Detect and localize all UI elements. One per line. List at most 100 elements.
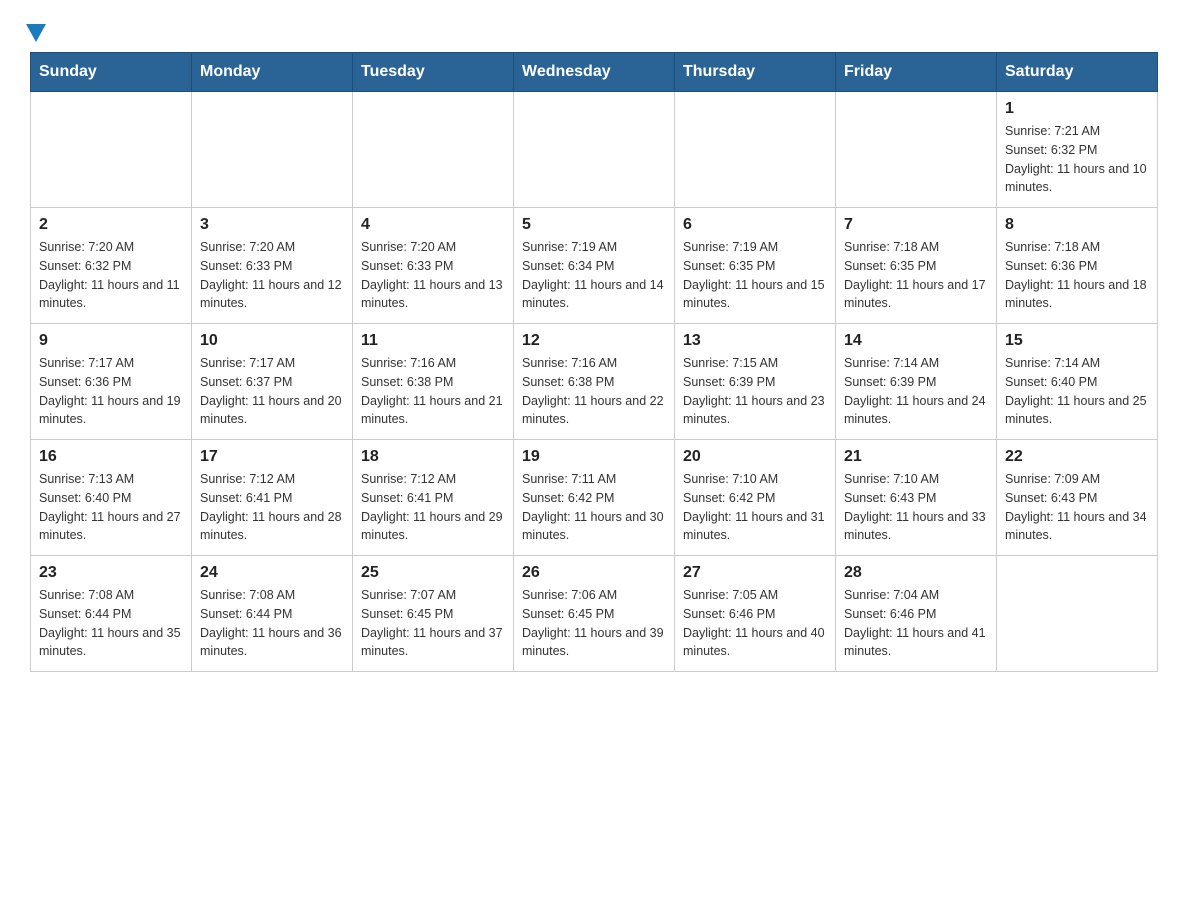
weekday-header-friday: Friday — [836, 53, 997, 92]
day-number: 22 — [1005, 448, 1149, 466]
weekday-header-sunday: Sunday — [31, 53, 192, 92]
calendar-cell: 13 Sunrise: 7:15 AM Sunset: 6:39 PM Dayli… — [675, 324, 836, 440]
day-number: 6 — [683, 216, 827, 234]
day-number: 17 — [200, 448, 344, 466]
calendar-header-row: SundayMondayTuesdayWednesdayThursdayFrid… — [31, 53, 1158, 92]
day-info: Sunrise: 7:10 AM Sunset: 6:43 PM Dayligh… — [844, 470, 988, 545]
day-number: 4 — [361, 216, 505, 234]
day-number: 21 — [844, 448, 988, 466]
calendar-cell: 20 Sunrise: 7:10 AM Sunset: 6:42 PM Dayli… — [675, 440, 836, 556]
calendar-cell — [836, 92, 997, 208]
logo — [30, 20, 46, 42]
day-info: Sunrise: 7:04 AM Sunset: 6:46 PM Dayligh… — [844, 586, 988, 661]
calendar-cell: 17 Sunrise: 7:12 AM Sunset: 6:41 PM Dayli… — [192, 440, 353, 556]
day-info: Sunrise: 7:08 AM Sunset: 6:44 PM Dayligh… — [200, 586, 344, 661]
calendar-cell: 15 Sunrise: 7:14 AM Sunset: 6:40 PM Dayli… — [997, 324, 1158, 440]
calendar-cell — [997, 556, 1158, 672]
day-info: Sunrise: 7:09 AM Sunset: 6:43 PM Dayligh… — [1005, 470, 1149, 545]
day-number: 14 — [844, 332, 988, 350]
calendar-cell — [514, 92, 675, 208]
calendar-cell: 14 Sunrise: 7:14 AM Sunset: 6:39 PM Dayli… — [836, 324, 997, 440]
day-info: Sunrise: 7:19 AM Sunset: 6:34 PM Dayligh… — [522, 238, 666, 313]
calendar-cell: 24 Sunrise: 7:08 AM Sunset: 6:44 PM Dayli… — [192, 556, 353, 672]
calendar-cell: 25Sunrise: 7:07 AM Sunset: 6:45 PM Dayli… — [353, 556, 514, 672]
calendar-week-3: 9 Sunrise: 7:17 AM Sunset: 6:36 PM Daylig… — [31, 324, 1158, 440]
calendar-cell — [192, 92, 353, 208]
weekday-header-saturday: Saturday — [997, 53, 1158, 92]
calendar-cell: 9 Sunrise: 7:17 AM Sunset: 6:36 PM Daylig… — [31, 324, 192, 440]
day-number: 13 — [683, 332, 827, 350]
day-number: 15 — [1005, 332, 1149, 350]
calendar-cell: 26 Sunrise: 7:06 AM Sunset: 6:45 PM Dayli… — [514, 556, 675, 672]
weekday-header-monday: Monday — [192, 53, 353, 92]
day-number: 27 — [683, 564, 827, 582]
weekday-header-thursday: Thursday — [675, 53, 836, 92]
day-info: Sunrise: 7:15 AM Sunset: 6:39 PM Dayligh… — [683, 354, 827, 429]
day-info: Sunrise: 7:14 AM Sunset: 6:39 PM Dayligh… — [844, 354, 988, 429]
day-number: 7 — [844, 216, 988, 234]
day-number: 2 — [39, 216, 183, 234]
day-info: Sunrise: 7:11 AM Sunset: 6:42 PM Dayligh… — [522, 470, 666, 545]
calendar-cell: 2 Sunrise: 7:20 AM Sunset: 6:32 PM Daylig… — [31, 208, 192, 324]
day-info: Sunrise: 7:20 AM Sunset: 6:32 PM Dayligh… — [39, 238, 183, 313]
calendar-cell: 27 Sunrise: 7:05 AM Sunset: 6:46 PM Dayli… — [675, 556, 836, 672]
day-number: 20 — [683, 448, 827, 466]
calendar-cell: 18 Sunrise: 7:12 AM Sunset: 6:41 PM Dayli… — [353, 440, 514, 556]
day-number: 1 — [1005, 100, 1149, 118]
calendar-cell: 8 Sunrise: 7:18 AM Sunset: 6:36 PM Daylig… — [997, 208, 1158, 324]
calendar-cell: 16Sunrise: 7:13 AM Sunset: 6:40 PM Dayli… — [31, 440, 192, 556]
day-info: Sunrise: 7:14 AM Sunset: 6:40 PM Dayligh… — [1005, 354, 1149, 429]
calendar-cell: 21 Sunrise: 7:10 AM Sunset: 6:43 PM Dayli… — [836, 440, 997, 556]
day-number: 10 — [200, 332, 344, 350]
logo-triangle-icon — [26, 24, 46, 42]
calendar-cell: 11Sunrise: 7:16 AM Sunset: 6:38 PM Dayli… — [353, 324, 514, 440]
calendar-cell: 22 Sunrise: 7:09 AM Sunset: 6:43 PM Dayli… — [997, 440, 1158, 556]
calendar-cell: 19 Sunrise: 7:11 AM Sunset: 6:42 PM Dayli… — [514, 440, 675, 556]
day-info: Sunrise: 7:12 AM Sunset: 6:41 PM Dayligh… — [361, 470, 505, 545]
weekday-header-tuesday: Tuesday — [353, 53, 514, 92]
day-info: Sunrise: 7:10 AM Sunset: 6:42 PM Dayligh… — [683, 470, 827, 545]
day-info: Sunrise: 7:17 AM Sunset: 6:36 PM Dayligh… — [39, 354, 183, 429]
day-info: Sunrise: 7:18 AM Sunset: 6:35 PM Dayligh… — [844, 238, 988, 313]
day-info: Sunrise: 7:16 AM Sunset: 6:38 PM Dayligh… — [361, 354, 505, 429]
day-info: Sunrise: 7:06 AM Sunset: 6:45 PM Dayligh… — [522, 586, 666, 661]
day-info: Sunrise: 7:08 AM Sunset: 6:44 PM Dayligh… — [39, 586, 183, 661]
calendar-cell: 3 Sunrise: 7:20 AM Sunset: 6:33 PM Daylig… — [192, 208, 353, 324]
calendar-week-1: 1Sunrise: 7:21 AM Sunset: 6:32 PM Daylig… — [31, 92, 1158, 208]
day-info: Sunrise: 7:17 AM Sunset: 6:37 PM Dayligh… — [200, 354, 344, 429]
day-number: 8 — [1005, 216, 1149, 234]
day-info: Sunrise: 7:18 AM Sunset: 6:36 PM Dayligh… — [1005, 238, 1149, 313]
day-number: 9 — [39, 332, 183, 350]
calendar-week-2: 2 Sunrise: 7:20 AM Sunset: 6:32 PM Daylig… — [31, 208, 1158, 324]
calendar-week-5: 23 Sunrise: 7:08 AM Sunset: 6:44 PM Dayli… — [31, 556, 1158, 672]
day-info: Sunrise: 7:20 AM Sunset: 6:33 PM Dayligh… — [200, 238, 344, 313]
day-info: Sunrise: 7:12 AM Sunset: 6:41 PM Dayligh… — [200, 470, 344, 545]
day-number: 5 — [522, 216, 666, 234]
calendar-cell: 5 Sunrise: 7:19 AM Sunset: 6:34 PM Daylig… — [514, 208, 675, 324]
calendar-cell — [353, 92, 514, 208]
calendar-cell: 7 Sunrise: 7:18 AM Sunset: 6:35 PM Daylig… — [836, 208, 997, 324]
day-number: 3 — [200, 216, 344, 234]
calendar-cell: 12Sunrise: 7:16 AM Sunset: 6:38 PM Dayli… — [514, 324, 675, 440]
calendar-table: SundayMondayTuesdayWednesdayThursdayFrid… — [30, 52, 1158, 672]
day-info: Sunrise: 7:05 AM Sunset: 6:46 PM Dayligh… — [683, 586, 827, 661]
day-number: 23 — [39, 564, 183, 582]
calendar-week-4: 16Sunrise: 7:13 AM Sunset: 6:40 PM Dayli… — [31, 440, 1158, 556]
day-info: Sunrise: 7:19 AM Sunset: 6:35 PM Dayligh… — [683, 238, 827, 313]
calendar-cell: 1Sunrise: 7:21 AM Sunset: 6:32 PM Daylig… — [997, 92, 1158, 208]
page-header — [30, 20, 1158, 42]
weekday-header-wednesday: Wednesday — [514, 53, 675, 92]
calendar-cell: 23 Sunrise: 7:08 AM Sunset: 6:44 PM Dayli… — [31, 556, 192, 672]
day-number: 19 — [522, 448, 666, 466]
calendar-cell — [31, 92, 192, 208]
day-number: 18 — [361, 448, 505, 466]
day-info: Sunrise: 7:07 AM Sunset: 6:45 PM Dayligh… — [361, 586, 505, 661]
calendar-cell: 6 Sunrise: 7:19 AM Sunset: 6:35 PM Daylig… — [675, 208, 836, 324]
day-number: 12 — [522, 332, 666, 350]
day-number: 24 — [200, 564, 344, 582]
calendar-cell: 10 Sunrise: 7:17 AM Sunset: 6:37 PM Dayli… — [192, 324, 353, 440]
calendar-cell — [675, 92, 836, 208]
day-number: 26 — [522, 564, 666, 582]
calendar-cell: 4Sunrise: 7:20 AM Sunset: 6:33 PM Daylig… — [353, 208, 514, 324]
day-number: 28 — [844, 564, 988, 582]
